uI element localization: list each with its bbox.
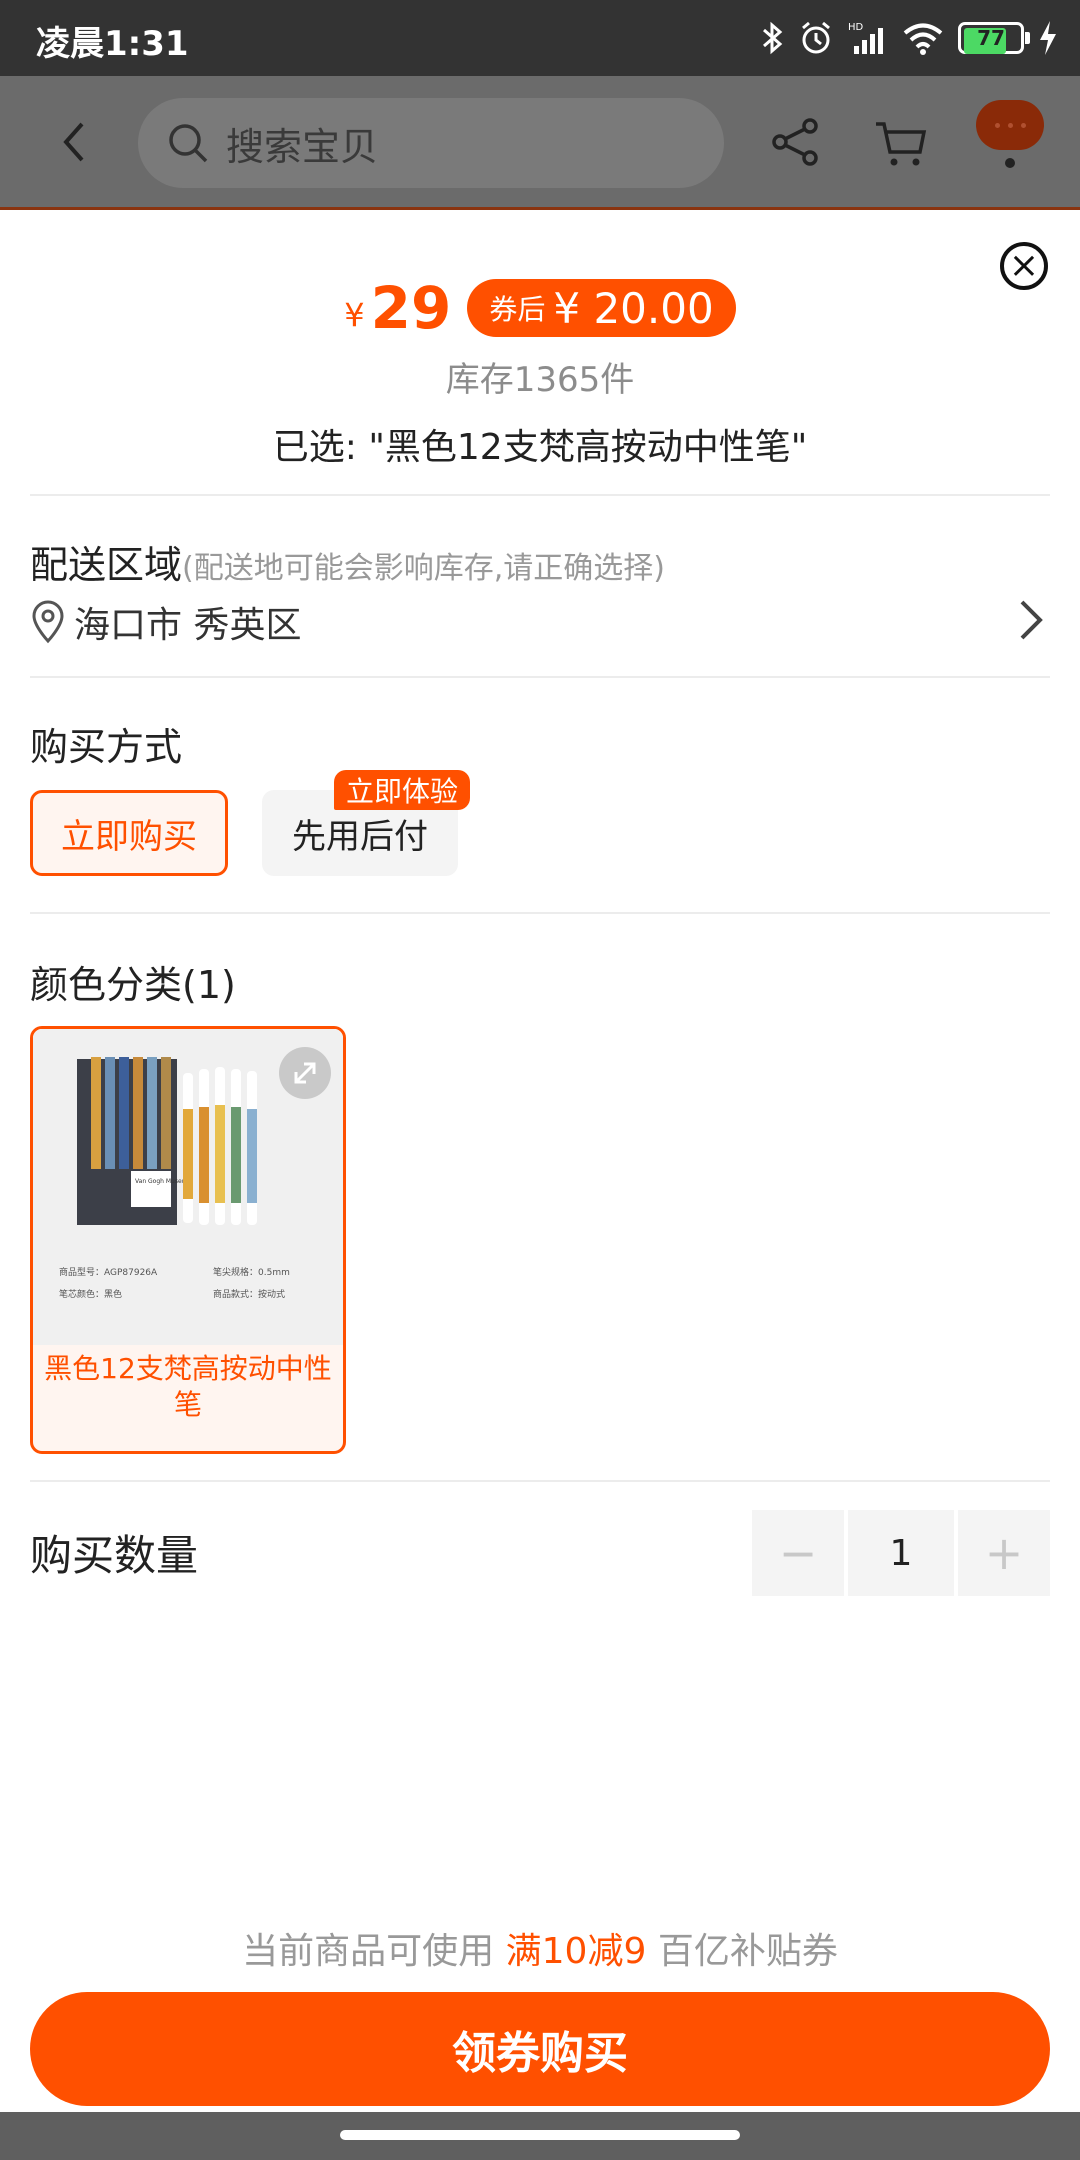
location-pin-icon	[32, 600, 64, 644]
delivery-title-text: 配送区域	[30, 543, 183, 587]
bluetooth-icon	[763, 21, 783, 55]
quantity-title: 购买数量	[30, 1531, 199, 1580]
quantity-stepper: − 1 +	[752, 1510, 1050, 1596]
notification-dot	[1005, 158, 1015, 168]
delivery-note: (配送地可能会影响库存,请正确选择)	[182, 551, 665, 586]
wifi-icon	[903, 23, 943, 55]
style-label: 商品款式：按动式	[213, 1288, 285, 1300]
try-now-badge: 立即体验	[334, 770, 471, 810]
sku-option-label: 黑色12支梵高按动中性笔	[44, 1352, 332, 1421]
home-handle[interactable]	[340, 2130, 740, 2140]
quantity-value[interactable]: 1	[848, 1510, 954, 1596]
increase-quantity-button[interactable]: +	[958, 1510, 1050, 1596]
coupon-price-value: ¥ 20.00	[553, 283, 714, 333]
sku-option-card[interactable]: Van Gogh Museum 商品型号：AGP87926A 笔尖规格：0.5m…	[30, 1026, 346, 1454]
status-icons: HD 77	[760, 14, 1058, 62]
selected-summary: 已选: "黑色12支梵高按动中性笔"	[272, 427, 808, 468]
price-row: ¥ 29 券后 ¥ 20.00	[0, 274, 1080, 342]
battery-level: 77	[977, 26, 1005, 50]
location-text: 海口市 秀英区	[74, 605, 302, 646]
price: 29	[370, 274, 452, 342]
cart-icon[interactable]	[872, 112, 932, 172]
museum-label: Van Gogh Museum	[135, 1178, 191, 1185]
status-time: 凌晨1:31	[36, 24, 189, 64]
divider	[30, 676, 1050, 678]
back-icon[interactable]	[48, 114, 104, 170]
coupon-tip: 当前商品可使用 满10减9 百亿补贴券	[0, 1922, 1080, 1974]
tip-label: 笔尖规格：0.5mm	[213, 1266, 290, 1278]
divider	[30, 494, 1050, 496]
delivery-location[interactable]: 海口市 秀英区	[30, 596, 301, 648]
ink-label: 笔芯颜色：黑色	[59, 1288, 122, 1300]
charging-icon	[1040, 21, 1056, 55]
decrease-quantity-button[interactable]: −	[752, 1510, 844, 1596]
svg-text:HD: HD	[848, 22, 864, 33]
more-icon	[976, 100, 1044, 150]
battery-icon: 77	[958, 22, 1030, 54]
divider	[30, 1480, 1050, 1482]
coupon-tip-suffix: 百亿补贴券	[657, 1931, 838, 1972]
buy-now-option[interactable]: 立即购买	[30, 790, 228, 876]
coupon-tip-highlight: 满10减9	[505, 1931, 647, 1972]
model-label: 商品型号：AGP87926A	[59, 1266, 158, 1278]
share-icon[interactable]	[766, 112, 826, 172]
hd-signal-icon: HD	[848, 22, 883, 54]
system-nav-bar	[0, 2112, 1080, 2160]
search-placeholder: 搜索宝贝	[226, 124, 379, 169]
search-input[interactable]: 搜索宝贝	[138, 98, 724, 188]
search-icon	[169, 124, 208, 163]
sku-selection-sheet: × ¥ 29 券后 ¥ 20.00 库存1365件 已选: "黑色12支梵高按动…	[0, 212, 1080, 2112]
delivery-title: 配送区域(配送地可能会影响库存,请正确选择)	[30, 534, 665, 589]
currency-symbol: ¥	[344, 296, 365, 334]
page-header: 搜索宝贝	[0, 76, 1080, 210]
coupon-price-badge: 券后 ¥ 20.00	[467, 279, 736, 337]
more-button[interactable]	[976, 100, 1044, 174]
color-category-title: 颜色分类(1)	[30, 963, 236, 1007]
expand-icon[interactable]	[279, 1047, 331, 1099]
stock-count: 库存1365件	[445, 360, 635, 400]
chevron-right-icon[interactable]	[1016, 596, 1046, 644]
divider	[30, 912, 1050, 914]
alarm-icon	[802, 21, 830, 54]
purchase-method-title: 购买方式	[30, 725, 183, 769]
status-bar: 凌晨1:31 HD 77	[0, 0, 1080, 76]
coupon-tip-prefix: 当前商品可使用	[242, 1931, 495, 1972]
claim-coupon-buy-button[interactable]: 领券购买	[30, 1992, 1050, 2106]
coupon-price-label: 券后	[489, 293, 546, 326]
